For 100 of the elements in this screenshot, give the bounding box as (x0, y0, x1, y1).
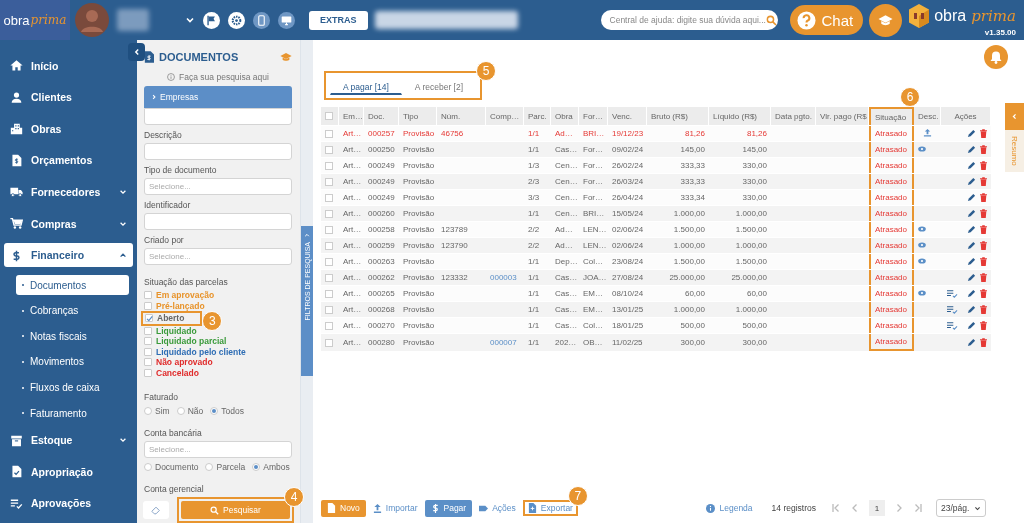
nav-item[interactable]: Fornecedores (4, 180, 133, 204)
row-checkbox[interactable] (325, 225, 333, 234)
row-checkbox[interactable] (325, 129, 333, 138)
row-checkbox[interactable] (325, 257, 333, 266)
column-header[interactable]: Núm. (437, 107, 486, 125)
row-checkbox[interactable] (325, 305, 333, 314)
chevron-down-icon[interactable] (185, 15, 195, 25)
nav-subitem[interactable]: Notas fiscais (16, 326, 129, 347)
extras-button[interactable]: EXTRAS (309, 10, 368, 30)
column-header[interactable]: Comp… (486, 107, 524, 125)
checkbox[interactable] (144, 368, 152, 377)
nav-subitem[interactable]: Faturamento (16, 402, 129, 424)
collapse-button[interactable] (128, 43, 145, 61)
nav-subitem[interactable]: Documentos (16, 274, 129, 296)
column-header[interactable]: Líquido (R$) (709, 107, 771, 125)
radio-button[interactable] (205, 463, 214, 471)
trash-icon[interactable] (980, 129, 987, 138)
trash-icon[interactable] (980, 177, 987, 186)
radio-button[interactable] (144, 463, 152, 471)
flag-button[interactable] (203, 11, 220, 29)
trash-icon[interactable] (980, 193, 987, 202)
nav-item[interactable]: Apropriação (4, 459, 133, 484)
radio-button[interactable] (144, 407, 152, 415)
nav-subitem[interactable]: Movimentos (16, 351, 129, 373)
settings-button[interactable] (228, 11, 245, 29)
row-checkbox[interactable] (325, 289, 333, 298)
trash-icon[interactable] (980, 305, 987, 314)
column-header[interactable]: Ações (941, 107, 991, 125)
column-header[interactable]: Doc. (364, 107, 399, 125)
document-link[interactable]: 000003 (486, 270, 524, 285)
input-field[interactable] (144, 213, 292, 230)
clear-button[interactable] (143, 501, 169, 519)
nav-item[interactable]: Obras (4, 117, 133, 141)
trash-icon[interactable] (980, 289, 987, 298)
row-checkbox[interactable] (325, 273, 333, 282)
list-check-icon[interactable] (947, 321, 958, 330)
checkbox[interactable] (144, 337, 152, 346)
toolbar-link[interactable]: Ações (479, 503, 516, 513)
help-search-field[interactable]: Central de ajuda: digite sua dúvida aqui... (600, 10, 778, 30)
trash-icon[interactable] (980, 273, 987, 282)
nav-item[interactable]: Início (4, 54, 133, 78)
nav-item[interactable]: Orçamentos (4, 148, 133, 173)
nav-subitem[interactable]: Cobranças (16, 300, 129, 321)
nav-item[interactable]: Estoque (4, 428, 133, 452)
radio-button[interactable] (252, 463, 261, 471)
row-checkbox[interactable] (325, 193, 333, 202)
nav-subitem[interactable]: Fluxos de caixa (16, 377, 129, 398)
monitor-button[interactable] (278, 11, 295, 29)
trash-icon[interactable] (980, 145, 987, 154)
input-field[interactable] (144, 143, 292, 160)
checkbox[interactable] (144, 358, 152, 367)
checkbox[interactable] (144, 326, 152, 335)
page-number[interactable]: 1 (869, 500, 885, 516)
row-checkbox[interactable] (325, 145, 333, 154)
column-header[interactable]: Data pgto. (771, 107, 816, 125)
row-checkbox[interactable] (325, 321, 333, 330)
checkbox[interactable] (144, 291, 152, 300)
page-size-select[interactable]: 23/pág. (936, 499, 986, 517)
radio-button[interactable] (176, 407, 185, 415)
nav-item[interactable]: Compras (4, 211, 133, 236)
pay-button[interactable]: Pagar (424, 499, 473, 517)
notifications-button[interactable] (984, 45, 1008, 69)
column-header[interactable]: Bruto (R$) (647, 107, 709, 125)
training-button[interactable] (869, 3, 903, 37)
row-checkbox[interactable] (325, 177, 333, 186)
checkbox[interactable] (145, 314, 153, 323)
trash-icon[interactable] (980, 338, 987, 347)
document-link[interactable]: 000007 (486, 334, 524, 351)
column-header[interactable]: Vlr. pago (R$ (816, 107, 869, 125)
radio-button[interactable] (210, 407, 219, 415)
column-header[interactable]: Situação (869, 107, 914, 125)
graduation-cap-icon[interactable] (280, 52, 292, 62)
toolbar-link[interactable]: Exportar (527, 503, 573, 513)
trash-icon[interactable] (980, 257, 987, 266)
column-header[interactable]: For… (579, 107, 608, 125)
last-page-icon[interactable] (913, 503, 923, 513)
column-header[interactable]: Desc. (914, 107, 941, 125)
row-checkbox[interactable] (325, 209, 333, 218)
toolbar-link[interactable]: Importar (372, 503, 418, 513)
companies-accordion[interactable]: Empresas (144, 86, 292, 108)
previous-page-icon[interactable] (850, 503, 860, 513)
list-check-icon[interactable] (947, 289, 958, 298)
phone-button[interactable] (253, 11, 270, 29)
legend-link[interactable]: Legenda (706, 503, 753, 513)
trash-icon[interactable] (980, 161, 987, 170)
trash-icon[interactable] (980, 209, 987, 218)
row-checkbox[interactable] (325, 161, 333, 170)
avatar[interactable] (75, 3, 109, 37)
column-header[interactable]: Obra (551, 107, 579, 125)
list-check-icon[interactable] (947, 305, 958, 314)
column-header[interactable]: Parc. (524, 107, 551, 125)
trash-icon[interactable] (980, 225, 987, 234)
nav-item[interactable]: Aprovações (4, 491, 133, 516)
select-all-checkbox[interactable] (325, 112, 333, 121)
input-field[interactable] (144, 108, 292, 125)
next-page-icon[interactable] (894, 503, 904, 513)
checkbox[interactable] (144, 347, 152, 356)
column-header[interactable]: Venc. (608, 107, 647, 125)
nav-item[interactable]: Financeiro (4, 243, 133, 267)
first-page-icon[interactable] (831, 503, 841, 513)
